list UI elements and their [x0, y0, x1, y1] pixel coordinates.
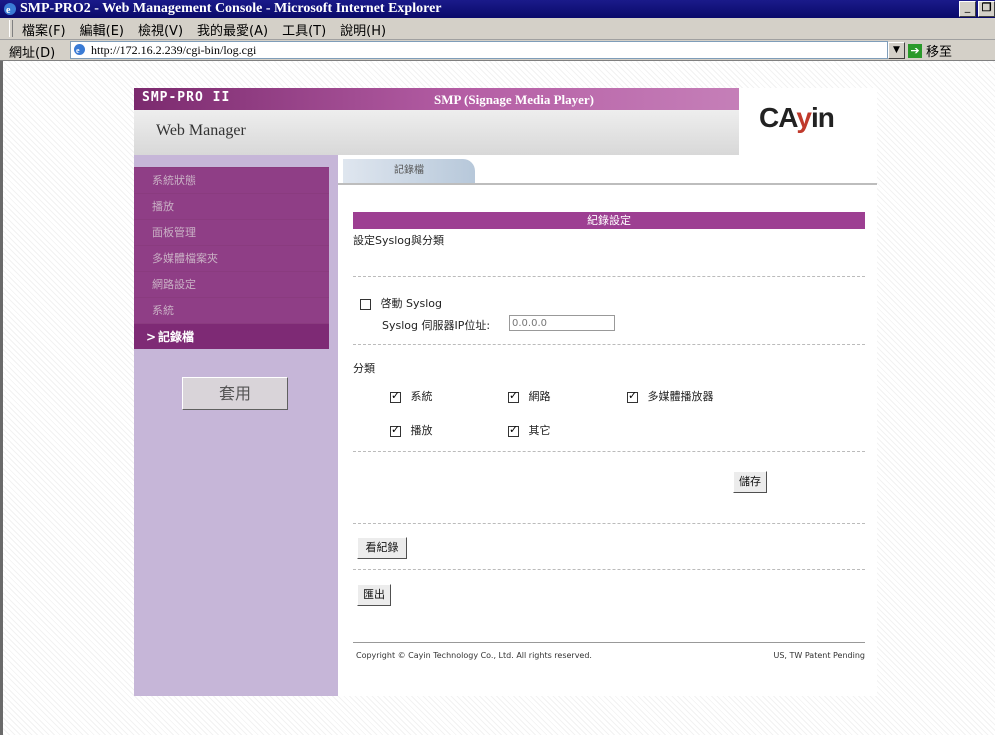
address-label: 網址(D) [9, 46, 56, 61]
sidebar-item-panel-management[interactable]: 面板管理 [134, 219, 329, 245]
browser-viewport: SMP-PRO II SMP (Signage Media Player) We… [0, 61, 995, 735]
sidebar-item-playback[interactable]: 播放 [134, 193, 329, 219]
restore-button[interactable]: ❐ [978, 1, 995, 17]
section-title: 紀錄設定 [353, 212, 865, 229]
category-system: 系統 [390, 388, 433, 404]
address-dropdown-button[interactable]: ▼ [888, 42, 905, 59]
category-playback: 播放 [390, 422, 433, 438]
menu-help[interactable]: 說明(H) [340, 20, 386, 39]
menu-favorites[interactable]: 我的最愛(A) [197, 20, 268, 39]
product-name: SMP (Signage Media Player) [434, 92, 594, 107]
sidebar: 系統狀態 播放 面板管理 多媒體檔案夾 網路設定 系統 > 記錄檔 套用 [134, 155, 338, 696]
product-line-logo: SMP-PRO II [142, 90, 231, 105]
divider [353, 276, 865, 277]
svg-text:e: e [6, 5, 11, 16]
address-url: http://172.16.2.239/cgi-bin/log.cgi [91, 43, 257, 57]
go-label: 移至 [926, 45, 953, 60]
go-button[interactable]: ➔ 移至 [908, 41, 952, 60]
menu-edit[interactable]: 編輯(E) [80, 20, 124, 39]
window-titlebar: e SMP-PRO2 - Web Management Console - Mi… [0, 0, 995, 18]
category-other-checkbox[interactable] [508, 423, 519, 437]
tab-log[interactable]: 記錄檔 [343, 159, 475, 183]
address-input[interactable]: e http://172.16.2.239/cgi-bin/log.cgi [70, 41, 888, 59]
menu-bar: 檔案(F) 編輯(E) 檢視(V) 我的最愛(A) 工具(T) 說明(H) [0, 18, 995, 40]
header-subband: Web Manager [134, 110, 739, 156]
divider [353, 569, 865, 570]
category-other: 其它 [508, 422, 551, 438]
ie-logo-icon: e [4, 3, 16, 16]
category-media-player-label: 多媒體播放器 [647, 390, 714, 403]
patent-text: US, TW Patent Pending [773, 651, 865, 660]
main-content: 紀錄設定 設定Syslog與分類 啓動 Syslog Syslog 伺服器IP位… [338, 185, 877, 696]
syslog-enable-checkbox[interactable] [360, 298, 371, 310]
divider [353, 523, 865, 524]
svg-text:e: e [76, 46, 80, 55]
syslog-ip-label: Syslog 伺服器IP位址: [382, 319, 491, 332]
syslog-ip-input[interactable]: 0.0.0.0 [509, 315, 615, 331]
header-band: SMP-PRO II SMP (Signage Media Player) [134, 88, 739, 110]
page-container: SMP-PRO II SMP (Signage Media Player) We… [134, 88, 877, 696]
export-button[interactable]: 匯出 [357, 584, 391, 606]
page-header: SMP-PRO II SMP (Signage Media Player) We… [134, 88, 877, 156]
sidebar-item-log-label: 記錄檔 [158, 330, 195, 344]
footer-divider [353, 642, 865, 643]
sidebar-item-system[interactable]: 系統 [134, 297, 329, 323]
web-manager-title: Web Manager [156, 122, 246, 139]
toolbar-grip[interactable] [9, 20, 13, 37]
save-button[interactable]: 儲存 [733, 471, 767, 493]
category-label: 分類 [353, 362, 375, 375]
category-media-player: 多媒體播放器 [627, 388, 714, 404]
divider [353, 344, 865, 345]
menu-file[interactable]: 檔案(F) [22, 20, 66, 39]
category-playback-label: 播放 [410, 424, 433, 437]
copyright-text: Copyright © Cayin Technology Co., Ltd. A… [356, 651, 592, 660]
sidebar-item-media-folder[interactable]: 多媒體檔案夾 [134, 245, 329, 271]
address-bar: 網址(D) e http://172.16.2.239/cgi-bin/log.… [0, 40, 995, 61]
cayin-logo: CAyin [759, 102, 835, 133]
sidebar-item-network-settings[interactable]: 網路設定 [134, 271, 329, 297]
category-other-label: 其它 [528, 424, 551, 437]
sidebar-nav: 系統狀態 播放 面板管理 多媒體檔案夾 網路設定 系統 > 記錄檔 [134, 167, 329, 349]
category-system-checkbox[interactable] [390, 389, 401, 403]
go-arrow-icon: ➔ [908, 43, 922, 58]
section-subtitle: 設定Syslog與分類 [353, 234, 444, 247]
category-network-checkbox[interactable] [508, 389, 519, 403]
window-title: SMP-PRO2 - Web Management Console - Micr… [20, 1, 442, 16]
category-network: 網路 [508, 388, 551, 404]
category-system-label: 系統 [410, 390, 433, 403]
minimize-button[interactable]: _ [959, 1, 976, 17]
divider [353, 451, 865, 452]
tab-strip: 記錄檔 [338, 155, 877, 186]
syslog-enable-label: 啓動 Syslog [380, 297, 443, 310]
apply-button[interactable]: 套用 [182, 377, 288, 410]
sidebar-item-system-status[interactable]: 系統狀態 [134, 167, 329, 193]
category-playback-checkbox[interactable] [390, 423, 401, 437]
view-log-button[interactable]: 看紀錄 [357, 537, 407, 559]
category-network-label: 網路 [528, 390, 551, 403]
menu-view[interactable]: 檢視(V) [138, 20, 183, 39]
page-icon: e [74, 44, 85, 55]
menu-tools[interactable]: 工具(T) [282, 20, 326, 39]
category-media-player-checkbox[interactable] [627, 389, 638, 403]
syslog-enable-row: 啓動 Syslog [360, 295, 442, 311]
chevron-right-icon: > [146, 330, 157, 344]
sidebar-item-log[interactable]: > 記錄檔 [134, 323, 329, 349]
